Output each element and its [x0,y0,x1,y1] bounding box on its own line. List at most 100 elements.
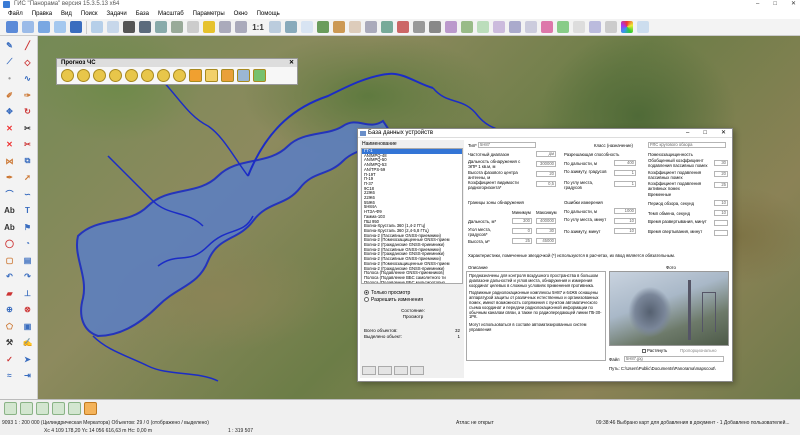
center-icon[interactable] [365,21,377,33]
delete-icon[interactable]: ✕ [3,122,16,135]
table-icon[interactable] [477,21,489,33]
radio-view[interactable] [364,290,369,296]
text-abc-icon[interactable]: Ab [3,204,16,217]
err-dist-field[interactable]: 1000 [614,208,636,214]
err-az-field[interactable]: 10 [614,228,636,234]
legend-icon[interactable] [493,21,505,33]
zone-height-min[interactable]: 25 [512,238,532,244]
menu-tasks[interactable]: Задачи [107,11,127,17]
pencil-icon[interactable]: ✎ [3,39,16,52]
undo-icon[interactable]: ↶ [3,270,16,283]
explosion-icon[interactable] [109,69,122,82]
wave-icon[interactable]: ≈ [3,369,16,382]
flood-hazard-icon[interactable] [141,69,154,82]
zone-dist-min[interactable]: 300 [512,218,532,224]
zoom-tool-icon[interactable]: ⊕ [3,303,16,316]
stretch-checkbox[interactable] [642,348,646,353]
refresh-icon[interactable] [301,21,313,33]
open-file-icon[interactable] [22,21,34,33]
select-icon[interactable] [155,21,167,33]
lightning-icon[interactable] [203,21,215,33]
compass-icon[interactable] [349,21,361,33]
measure-icon[interactable] [187,21,199,33]
point-icon[interactable]: • [3,72,16,85]
brush-icon[interactable]: ✒ [3,171,16,184]
zoom-region-icon[interactable] [285,21,297,33]
filter-icon[interactable] [171,21,183,33]
curve-icon[interactable]: ∿ [21,72,34,85]
dialog-maximize[interactable]: □ [703,129,707,138]
device-list[interactable]: ГТ-1 AN/MPQ-48 AN/MPQ-50 AN/MPQ-53 AN/TPS-59… [361,148,463,284]
menu-database[interactable]: База [136,11,149,17]
layer-3-icon[interactable] [36,402,49,415]
edit-vertex-icon[interactable]: ✐ [3,89,16,102]
circle-icon[interactable]: ◯ [3,237,16,250]
temp-field[interactable]: 10 [714,210,728,216]
err-el-field[interactable]: 10 [614,218,636,224]
zoom-window-icon[interactable] [269,21,281,33]
globe-icon[interactable] [317,21,329,33]
settings-gear-icon[interactable] [205,69,218,82]
fire-hazard-icon[interactable] [125,69,138,82]
cursor-icon[interactable]: ➤ [21,353,34,366]
biohazard-icon[interactable] [93,69,106,82]
spline-icon[interactable]: ∽ [21,188,34,201]
chs-panel-close[interactable]: ✕ [289,59,294,67]
end-icon[interactable]: ⇥ [21,369,34,382]
split-icon[interactable]: ✂ [21,138,34,151]
pan-icon[interactable] [381,21,393,33]
arc-icon[interactable]: ⌒ [3,188,16,201]
delete-record-button[interactable] [410,366,424,375]
maximize-button[interactable]: □ [773,0,777,9]
polyline-icon[interactable]: ⟋ [3,56,16,69]
dialog-close[interactable]: ✕ [721,129,726,138]
settings-icon[interactable] [589,21,601,33]
arrow-icon[interactable]: ➚ [21,171,34,184]
deploy-field[interactable] [714,220,728,226]
fire-icon[interactable] [189,69,202,82]
gas-hazard-icon[interactable] [157,69,170,82]
draw-icon[interactable]: ✍ [21,336,34,349]
radio-edit[interactable] [364,297,369,303]
monitor-icon[interactable] [605,21,617,33]
grid-icon[interactable] [509,21,521,33]
add-record-button[interactable] [362,366,376,375]
save-icon[interactable] [38,21,50,33]
text-label-icon[interactable]: T [21,204,34,217]
fill-icon[interactable]: ▣ [21,320,34,333]
zoom-in-icon[interactable] [219,21,231,33]
open-map-icon[interactable] [6,21,18,33]
binoculars-3-icon[interactable] [429,21,441,33]
sector-icon[interactable]: ◔ [21,237,34,250]
hatch-icon[interactable]: ▤ [21,254,34,267]
menu-help[interactable]: Помощь [257,11,280,17]
class-field[interactable]: РЛС кругового обзора [648,142,726,148]
merge-icon[interactable]: ⋈ [3,155,16,168]
shape-icon[interactable]: ⬠ [3,320,16,333]
menu-window[interactable]: Окно [234,11,248,17]
binoculars-icon[interactable] [123,21,135,33]
period-field[interactable]: 10 [714,200,728,206]
menu-scale[interactable]: Масштаб [158,11,184,17]
passive-field[interactable]: 20 [714,171,728,177]
description-box[interactable]: Предназначены для контроля воздушного пр… [466,271,606,361]
layers-icon[interactable] [70,21,82,33]
layer-4-icon[interactable] [52,402,65,415]
active-field[interactable]: 25 [714,182,728,188]
zoom-out-icon[interactable] [235,21,247,33]
ruler-icon[interactable] [333,21,345,33]
rotate-icon[interactable]: ↻ [21,105,34,118]
buffer-icon[interactable]: ▢ [3,254,16,267]
measure-2-icon[interactable]: ⊥ [21,287,34,300]
dialog-minimize[interactable]: – [686,129,689,138]
device-list-item[interactable]: Полоса (Подавление ВБС мультироторно [362,280,462,283]
radiation-icon[interactable] [61,69,74,82]
exit-icon[interactable] [253,69,266,82]
mode-view-option[interactable]: Только просмотр [364,290,423,297]
stretch-option[interactable]: Растянуть [642,348,667,353]
search-object-icon[interactable] [139,21,151,33]
palette-icon[interactable] [621,21,633,33]
menu-view[interactable]: Вид [61,11,72,17]
fold-field[interactable] [714,230,728,236]
sign-icon[interactable]: ⚑ [21,221,34,234]
